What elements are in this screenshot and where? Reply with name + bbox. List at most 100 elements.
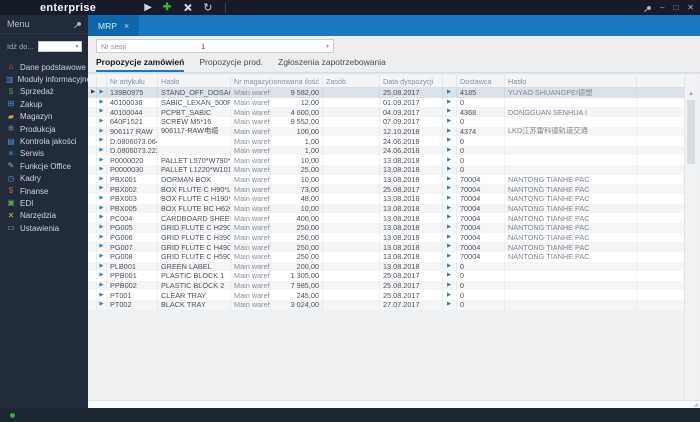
table-row[interactable]: ▶ ▶ PBX002 BOX FLUTE C H90*L372*W Main w… bbox=[88, 184, 684, 195]
sidebar-item-narzedzia[interactable]: ✕ Narzędzia bbox=[0, 210, 88, 222]
sidebar-item-edi[interactable]: ▣ EDI bbox=[0, 197, 88, 209]
row-expand-icon[interactable]: ▶ bbox=[97, 271, 107, 281]
supplier-expand-icon[interactable]: ▶ bbox=[443, 107, 457, 117]
row-expand-icon[interactable]: ▶ bbox=[97, 300, 107, 310]
row-expand-icon[interactable]: ▶ bbox=[97, 280, 107, 291]
header-nr-artykulu[interactable]: Nr artykułu bbox=[107, 75, 158, 87]
sidebar-item-zakup[interactable]: ⊞ Zakup bbox=[0, 98, 88, 110]
row-expand-icon[interactable]: ▶ bbox=[97, 290, 107, 301]
supplier-expand-icon[interactable]: ▶ bbox=[443, 88, 457, 98]
table-row[interactable]: ▶ ▶ 906117 RAW 906117-RAW电缆 Main wareho … bbox=[88, 126, 684, 137]
refresh-icon[interactable]: ↻ bbox=[203, 2, 212, 13]
table-row[interactable]: ▶ ▶ PC004 CARDBOARD SHEET FLUTE Main war… bbox=[88, 213, 684, 223]
row-expand-icon[interactable]: ▶ bbox=[97, 97, 107, 108]
table-row[interactable]: ▶ ▶ PG005 GRID FLUTE C H290*L780 Main wa… bbox=[88, 222, 684, 233]
sidebar-item-kontrola-jakosci[interactable]: ▤ Kontrola jakości bbox=[0, 135, 88, 147]
table-row[interactable]: ▶ ▶ PG006 GRID FLUTE C H390*L780 Main wa… bbox=[88, 232, 684, 243]
table-row[interactable]: ▶ ▶ PLB001 GREEN LABEL Main wareho 200,0… bbox=[88, 261, 684, 272]
row-expand-icon[interactable]: ▶ bbox=[97, 242, 107, 252]
supplier-expand-icon[interactable]: ▶ bbox=[443, 174, 457, 185]
scrollbar-thumb[interactable] bbox=[687, 100, 695, 164]
table-row[interactable]: ▶ ▶ PBX001 DORMAN BOX Main wareho 10,00 … bbox=[88, 174, 684, 185]
supplier-expand-icon[interactable]: ▶ bbox=[443, 222, 457, 233]
row-expand-icon[interactable]: ▶ bbox=[97, 232, 107, 243]
row-expand-icon[interactable]: ▶ bbox=[97, 145, 107, 156]
sidebar-item-ustawienia[interactable]: ▭ Ustawienia bbox=[0, 222, 88, 234]
supplier-expand-icon[interactable]: ▶ bbox=[443, 242, 457, 252]
table-row[interactable]: ▶ ▶ 40100036 SABIC_LEXAN_500R GY6E4 Main… bbox=[88, 97, 684, 108]
row-expand-icon[interactable]: ▶ bbox=[97, 194, 107, 204]
supplier-expand-icon[interactable]: ▶ bbox=[443, 300, 457, 310]
row-expand-icon[interactable]: ▶ bbox=[97, 116, 107, 127]
table-row[interactable]: ▶ ▶ PPB002 PLASTIC BLOCK 2 Main wareho 7… bbox=[88, 280, 684, 291]
sidebar-item-produkcja[interactable]: ✲ Produkcja bbox=[0, 123, 88, 135]
supplier-expand-icon[interactable]: ▶ bbox=[443, 116, 457, 127]
sidebar-item-magazyn[interactable]: ▰ Magazyn bbox=[0, 111, 88, 123]
tab-propozycje-prod[interactable]: Propozycje prod. bbox=[199, 57, 263, 72]
row-expand-icon[interactable]: ▶ bbox=[97, 203, 107, 214]
sidebar-item-funkcje-office[interactable]: ✎ Funkcje Office bbox=[0, 160, 88, 172]
supplier-expand-icon[interactable]: ▶ bbox=[443, 194, 457, 204]
row-expand-icon[interactable]: ▶ bbox=[97, 261, 107, 272]
row-expand-icon[interactable]: ▶ bbox=[97, 155, 107, 166]
supplier-expand-icon[interactable]: ▶ bbox=[443, 184, 457, 195]
tab-propozycje-zamowien[interactable]: Propozycje zamówień bbox=[96, 57, 185, 72]
table-row[interactable]: ▶ ▶ D.0806073.222.03 Main wareho 1,00 24… bbox=[88, 145, 684, 156]
table-row[interactable]: ▶ ▶ 640F1521 SCREW M5*16 Main wareho 9 5… bbox=[88, 116, 684, 127]
run-icon[interactable]: ▶ bbox=[144, 2, 152, 13]
row-expand-icon[interactable]: ▶ bbox=[97, 107, 107, 117]
header-haslo[interactable]: Hasło bbox=[158, 75, 231, 87]
tab-close-icon[interactable]: × bbox=[124, 21, 129, 31]
sidebar-item-moduly-informacyjne[interactable]: ▥ Moduły informacyjne bbox=[0, 73, 91, 85]
supplier-expand-icon[interactable]: ▶ bbox=[443, 126, 457, 137]
table-row[interactable]: ▶ ▶ PBX005 BOX FLUTE BC H620*L500* Main … bbox=[88, 203, 684, 214]
sidebar-item-finanse[interactable]: $ Finanse bbox=[0, 185, 88, 197]
supplier-expand-icon[interactable]: ▶ bbox=[443, 251, 457, 262]
pin-icon[interactable] bbox=[646, 4, 652, 11]
row-expand-icon[interactable]: ▶ bbox=[97, 213, 107, 223]
row-expand-icon[interactable]: ▶ bbox=[97, 88, 107, 98]
table-row[interactable]: ▶ ▶ P0000030 PALLET L1220*W1010*H114 Mai… bbox=[88, 165, 684, 175]
table-row[interactable]: ▶ ▶ P0000020 PALLET L570*W790*H114 Main … bbox=[88, 155, 684, 166]
sidebar-item-dane-podstawowe[interactable]: ⌂ Dane podstawowe bbox=[0, 61, 88, 73]
menu-pin-icon[interactable] bbox=[76, 21, 82, 27]
table-row[interactable]: ▶ ▶ PPB001 PLASTIC BLOCK 1 Main wareho 1… bbox=[88, 271, 684, 281]
supplier-expand-icon[interactable]: ▶ bbox=[443, 232, 457, 243]
table-row[interactable]: ▶ ▶ PG008 GRID FLUTE C H590*L780 Main wa… bbox=[88, 251, 684, 262]
tab-zgloszenia-zapotrzebowania[interactable]: Zgłoszenia zapotrzebowania bbox=[278, 57, 386, 72]
supplier-expand-icon[interactable]: ▶ bbox=[443, 290, 457, 301]
table-row[interactable]: ▶ ▶ PBX003 BOX FLUTE C H190*L372*W Main … bbox=[88, 194, 684, 204]
row-expand-icon[interactable]: ▶ bbox=[97, 222, 107, 233]
tools-icon[interactable] bbox=[182, 3, 192, 13]
supplier-expand-icon[interactable]: ▶ bbox=[443, 203, 457, 214]
sidebar-item-serwis[interactable]: ✳ Serwis bbox=[0, 148, 88, 160]
row-expand-icon[interactable]: ▶ bbox=[97, 251, 107, 262]
header-data-dyspozycji[interactable]: Data dyspozycji bbox=[380, 75, 443, 87]
table-row[interactable]: ▶ ▶ PG007 GRID FLUTE C H490*L780 Main wa… bbox=[88, 242, 684, 252]
scroll-up-icon[interactable]: ▲ bbox=[685, 88, 697, 99]
table-row[interactable]: ▶ ▶ PT002 BLACK TRAY Main wareho 3 024,0… bbox=[88, 300, 684, 310]
supplier-expand-icon[interactable]: ▶ bbox=[443, 155, 457, 166]
header-zasob[interactable]: Zasób bbox=[323, 75, 380, 87]
supplier-expand-icon[interactable]: ▶ bbox=[443, 261, 457, 272]
minimize-button[interactable]: – bbox=[660, 3, 664, 12]
header-nr-magazynu[interactable]: Nr magazynu bbox=[231, 75, 271, 87]
add-icon[interactable]: ✚ bbox=[163, 2, 171, 13]
header-dostawca-haslo[interactable]: Hasło bbox=[505, 75, 637, 87]
table-row[interactable]: ▶ ▶ PT001 CLEAR TRAY Main wareho 245,00 … bbox=[88, 290, 684, 301]
row-expand-icon[interactable]: ▶ bbox=[97, 126, 107, 137]
sidebar-item-kadry[interactable]: ◷ Kadry bbox=[0, 173, 88, 185]
table-row[interactable]: ▶ ▶ D.0806073.064.09 Main wareho 1,00 24… bbox=[88, 136, 684, 146]
supplier-expand-icon[interactable]: ▶ bbox=[443, 136, 457, 146]
row-expand-icon[interactable]: ▶ bbox=[97, 165, 107, 175]
vertical-scrollbar[interactable]: ▲ bbox=[684, 75, 697, 400]
table-row[interactable]: ▶ ▶ 40100044 PCPBT_SABIC Main wareho 4 6… bbox=[88, 107, 684, 117]
goto-combobox[interactable]: ▾ bbox=[37, 41, 82, 52]
supplier-expand-icon[interactable]: ▶ bbox=[443, 145, 457, 156]
row-expand-icon[interactable]: ▶ bbox=[97, 184, 107, 195]
tab-mrp[interactable]: MRP × bbox=[88, 15, 140, 36]
close-button[interactable]: ✕ bbox=[687, 3, 694, 12]
header-dostawca[interactable]: Dostawca bbox=[457, 75, 505, 87]
maximize-button[interactable]: □ bbox=[673, 3, 678, 12]
table-row[interactable]: ▶ ▶ 139B0975 STAND_OFF_DOSAGE Main wareh… bbox=[88, 88, 684, 98]
